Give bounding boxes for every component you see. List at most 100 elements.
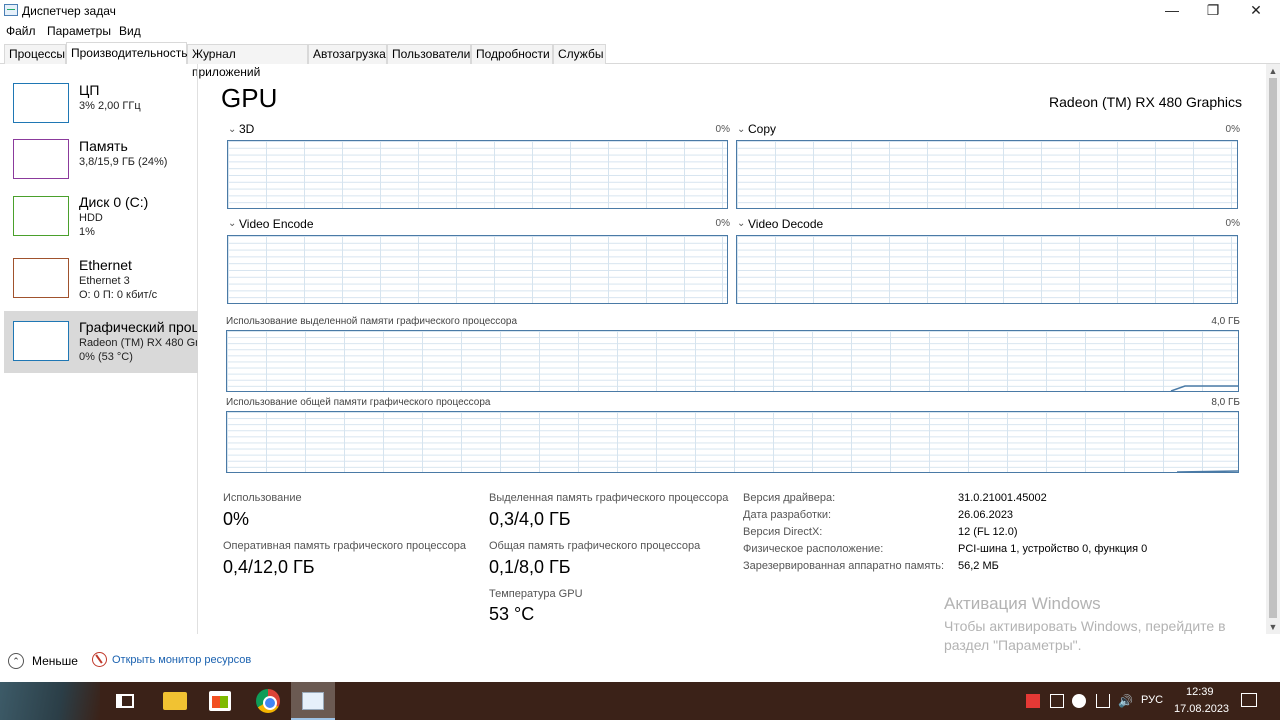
cpu-thumbnail (13, 83, 69, 123)
tab-services[interactable]: Службы (553, 44, 606, 64)
sidebar-item-detail: 3% 2,00 ГГц (79, 100, 141, 112)
disk-thumbnail (13, 196, 69, 236)
maximize-button[interactable]: ❐ (1193, 0, 1233, 22)
shared-memory-stat-label: Общая память графического процессора (489, 540, 701, 552)
vertical-scrollbar[interactable]: ▲ ▼ (1266, 64, 1280, 634)
sidebar-item-cpu[interactable]: ЦП 3% 2,00 ГГц (4, 78, 198, 138)
sidebar-item-ethernet[interactable]: Ethernet Ethernet 3 О: 0 П: 0 кбит/с (4, 252, 198, 312)
gpu-temperature-label: Температура GPU (489, 588, 583, 600)
sidebar-item-detail: 3,8/15,9 ГБ (24%) (79, 156, 168, 168)
clock-date[interactable]: 17.08.2023 (1174, 703, 1229, 715)
sidebar-item-title: Графический процессор 0 (79, 319, 197, 335)
tab-processes[interactable]: Процессы (4, 44, 66, 64)
close-button[interactable]: ✕ (1236, 0, 1276, 22)
amd-tray-icon[interactable] (1026, 694, 1040, 708)
task-manager-icon (4, 4, 18, 16)
memory-thumbnail (13, 139, 69, 179)
graph-selector-copy[interactable]: Copy (748, 122, 776, 136)
graph-selector-video-encode[interactable]: Video Encode (239, 217, 314, 231)
graph-percent: 0% (715, 218, 730, 229)
bottom-bar: ⌃ Меньше Открыть монитор ресурсов (0, 645, 1280, 675)
tray-app-icon[interactable] (1050, 694, 1064, 708)
gpu-ram-label: Оперативная память графического процессо… (223, 540, 467, 552)
open-resource-monitor-link[interactable]: Открыть монитор ресурсов (112, 654, 251, 666)
graph-copy (736, 140, 1238, 209)
sidebar-item-detail: Ethernet 3 (79, 275, 130, 287)
graph-dedicated-memory (226, 330, 1239, 392)
task-manager-taskbar-icon[interactable] (302, 692, 324, 710)
menu-file[interactable]: Файл (6, 24, 36, 38)
chevron-down-icon[interactable]: ⌄ (228, 124, 236, 135)
fewer-details-button[interactable]: Меньше (32, 654, 78, 668)
title-bar: Диспетчер задач — ❐ ✕ (0, 0, 1280, 22)
sidebar-item-detail: О: 0 П: 0 кбит/с (79, 289, 158, 301)
shared-memory-max: 8,0 ГБ (1211, 397, 1240, 408)
sidebar-item-title: Диск 0 (C:) (79, 194, 149, 210)
ethernet-thumbnail (13, 258, 69, 298)
network-icon[interactable] (1096, 694, 1110, 708)
shared-memory-stat-value: 0,1/8,0 ГБ (489, 557, 571, 577)
menu-view[interactable]: Вид (119, 24, 141, 38)
notification-icon[interactable] (1241, 693, 1257, 707)
chevron-down-icon[interactable]: ⌄ (737, 218, 745, 229)
page-title: GPU (221, 83, 278, 113)
sidebar-item-disk[interactable]: Диск 0 (C:) HDD 1% (4, 190, 198, 250)
info-label: Физическое расположение: (743, 543, 884, 555)
dedicated-memory-label: Использование выделенной памяти графичес… (226, 316, 518, 327)
sidebar-item-detail: Radeon (TM) RX 480 Graphics (79, 337, 197, 349)
resource-monitor-icon (92, 652, 107, 667)
chrome-icon[interactable] (256, 689, 280, 713)
menu-options[interactable]: Параметры (47, 24, 111, 38)
shared-memory-label: Использование общей памяти графического … (226, 397, 491, 408)
task-manager-window: Диспетчер задач — ❐ ✕ Файл Параметры Вид… (0, 0, 1280, 720)
chevron-down-icon[interactable]: ⌄ (737, 124, 745, 135)
volume-icon[interactable]: 🔊 (1118, 694, 1133, 708)
sidebar-item-gpu[interactable]: Графический процессор 0 Radeon (TM) RX 4… (4, 311, 198, 373)
sidebar-item-detail: 1% (79, 226, 95, 238)
start-button[interactable] (0, 682, 100, 720)
info-label: Зарезервированная аппаратно память: (743, 560, 945, 572)
sidebar-item-title: Ethernet (79, 257, 132, 273)
shared-memory-line (1176, 470, 1238, 472)
store-icon[interactable] (209, 691, 231, 711)
sidebar-item-detail: 0% (53 °C) (79, 351, 133, 363)
chevron-down-icon[interactable]: ⌄ (228, 218, 236, 229)
scrollbar-thumb[interactable] (1269, 78, 1277, 618)
info-value: 31.0.21001.45002 (958, 492, 1047, 504)
graph-video-encode (227, 235, 728, 304)
file-explorer-icon[interactable] (163, 692, 187, 710)
sidebar-item-memory[interactable]: Память 3,8/15,9 ГБ (24%) (4, 134, 198, 194)
dedicated-memory-max: 4,0 ГБ (1211, 316, 1240, 327)
window-title: Диспетчер задач (22, 4, 116, 18)
graph-video-decode (736, 235, 1238, 304)
gpu-ram-value: 0,4/12,0 ГБ (223, 557, 315, 577)
task-view-icon[interactable] (116, 694, 134, 708)
tab-users[interactable]: Пользователи (387, 44, 471, 64)
info-value: PCI-шина 1, устройство 0, функция 0 (958, 543, 1148, 555)
steam-tray-icon[interactable] (1072, 694, 1086, 708)
graph-selector-video-decode[interactable]: Video Decode (748, 217, 823, 231)
info-value: 56,2 МБ (958, 560, 999, 572)
tab-startup[interactable]: Автозагрузка (308, 44, 387, 64)
tab-details[interactable]: Подробности (471, 44, 553, 64)
info-label: Версия драйвера: (743, 492, 836, 504)
scroll-up-icon[interactable]: ▲ (1266, 64, 1280, 78)
info-value: 12 (FL 12.0) (958, 526, 1018, 538)
graph-percent: 0% (715, 124, 730, 135)
clock-time[interactable]: 12:39 (1186, 686, 1214, 698)
gpu-model-name: Radeon (TM) RX 480 Graphics (1049, 94, 1242, 110)
activation-watermark-title: Активация Windows (944, 594, 1101, 613)
minimize-button[interactable]: — (1152, 0, 1192, 22)
chevron-up-icon[interactable]: ⌃ (8, 653, 24, 669)
tab-app-history[interactable]: Журнал приложений (187, 44, 308, 79)
scroll-down-icon[interactable]: ▼ (1266, 620, 1280, 634)
performance-sidebar: ЦП 3% 2,00 ГГц Память 3,8/15,9 ГБ (24%) … (0, 64, 198, 634)
tab-performance[interactable]: Производительность (66, 42, 187, 64)
dedicated-memory-stat-value: 0,3/4,0 ГБ (489, 509, 571, 529)
sidebar-item-title: Память (79, 138, 128, 154)
language-indicator[interactable]: РУС (1141, 694, 1163, 706)
sidebar-item-title: ЦП (79, 82, 100, 98)
graph-selector-3d[interactable]: 3D (239, 122, 254, 136)
dedicated-memory-stat-label: Выделенная память графического процессор… (489, 492, 729, 504)
dedicated-memory-line (1170, 385, 1238, 391)
